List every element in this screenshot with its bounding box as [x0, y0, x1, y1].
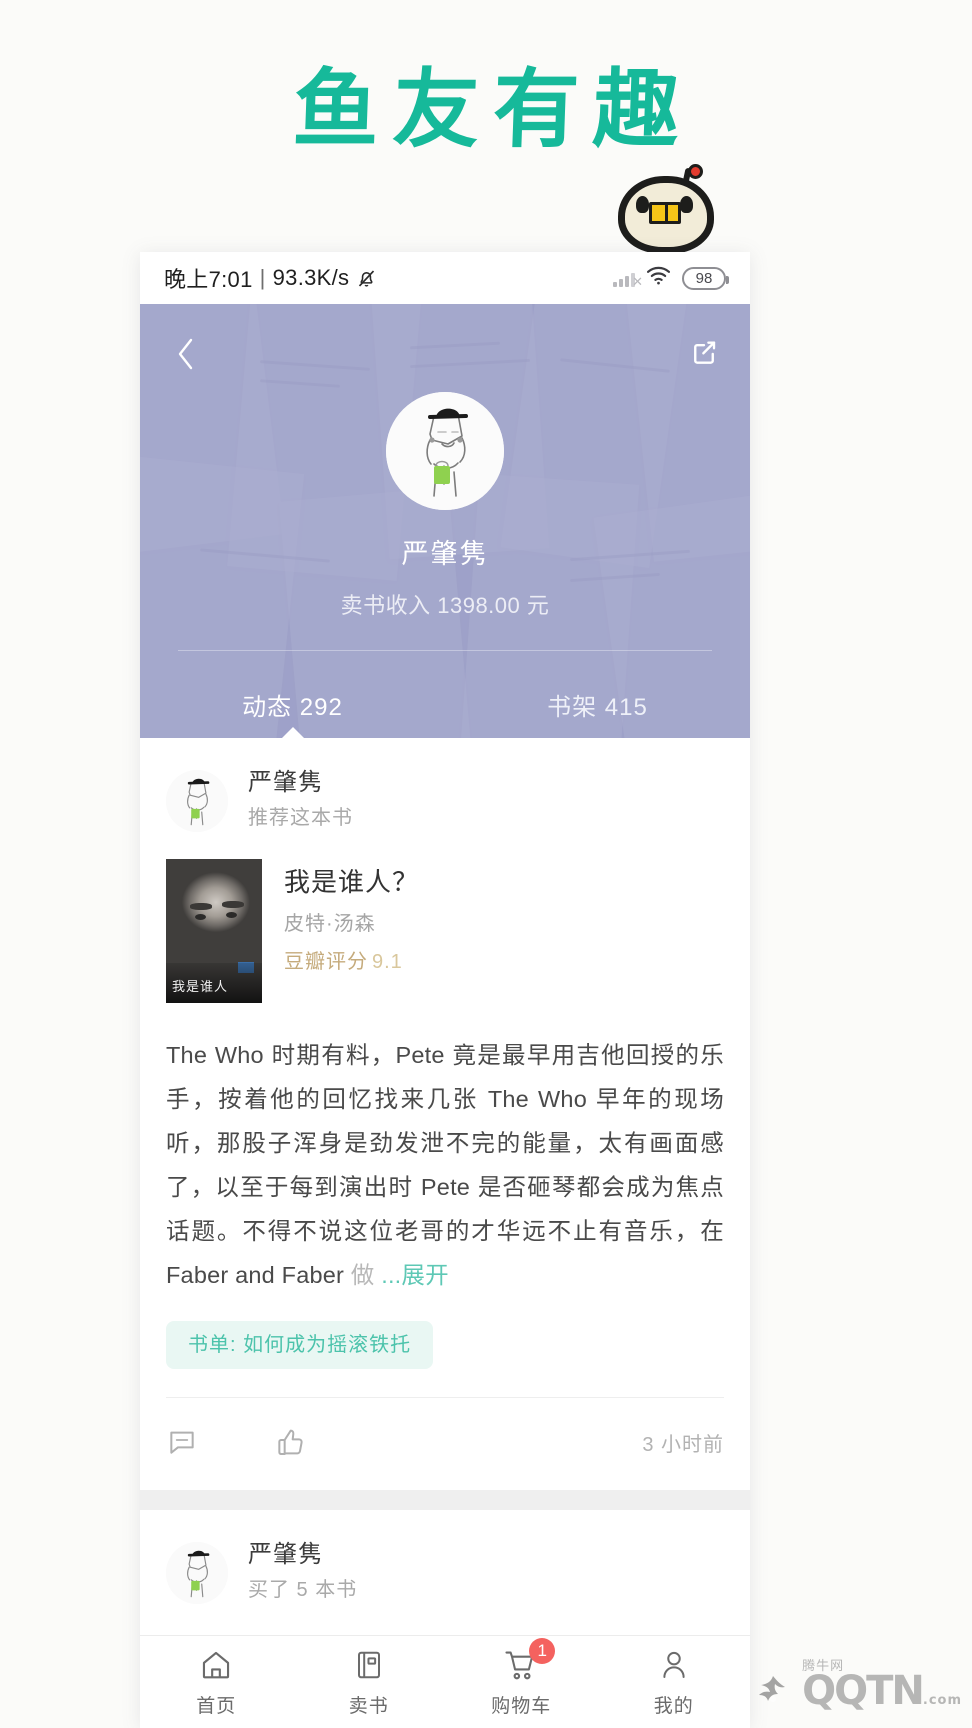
like-button[interactable] [274, 1422, 320, 1462]
shopping-cart-icon: 1 [503, 1638, 556, 1684]
nav-item-mine-label: 我的 [653, 1696, 694, 1717]
watermark-suffix: .com [922, 1693, 962, 1708]
mascot-cherry [688, 164, 703, 179]
comment-button[interactable] [166, 1422, 212, 1462]
profile-name: 严肇隽 [401, 539, 489, 569]
user-avatar-illustration [166, 1541, 228, 1604]
profile-tabs: 动态 292 书架 415 [140, 670, 750, 738]
post-2-avatar[interactable] [166, 1541, 228, 1604]
bell-mute-icon [356, 268, 377, 289]
post-2-header-text: 严肇隽 买了 5 本书 [248, 1540, 357, 1605]
booklist-tag[interactable]: 书单: 如何成为摇滚铁托 [166, 1321, 434, 1369]
nav-item-sellbook-label: 卖书 [348, 1696, 389, 1717]
nav-item-cart[interactable]: 1 购物车 [445, 1636, 598, 1728]
profile-income: 卖书收入 1398.00 元 [340, 593, 550, 618]
post-header-text: 严肇隽 推荐这本书 [248, 768, 353, 833]
book-rating: 豆瓣评分 9.1 [284, 945, 419, 979]
post-2-action: 买了 5 本书 [248, 1579, 358, 1601]
phone-screen: 晚上7:01 | 93.3K/s ✕ 98 严肇隽 卖书收入 1398.00 元… [140, 252, 750, 1728]
mascot-eye-left [636, 196, 649, 213]
tab-dongtai-label: 动态 292 [242, 693, 343, 721]
mascot-book-icon [649, 202, 681, 224]
feed-post: 严肇隽 推荐这本书 我是谁人 我是谁人？ 皮特·汤森 豆瓣评分 9.1 The … [140, 738, 750, 1490]
share-external-icon [694, 341, 716, 364]
wifi-icon [646, 266, 671, 290]
nav-item-home-label: 首页 [196, 1696, 237, 1717]
status-separator: | [259, 265, 266, 290]
promo-banner: 鱼友有趣 [0, 0, 972, 254]
battery-indicator: 98 [682, 266, 729, 290]
tab-shujia[interactable]: 书架 415 [445, 670, 750, 738]
feed-gap [140, 1490, 750, 1510]
status-bar-left: 晚上7:01 | 93.3K/s [164, 262, 377, 294]
user-avatar-illustration [166, 769, 228, 832]
post-expand-link[interactable]: ...展开 [381, 1262, 449, 1288]
mascot-face [634, 190, 696, 236]
site-watermark: 腾牛网 QQTN.com [750, 1655, 962, 1718]
home-icon [199, 1646, 233, 1684]
book-cover-caption: 我是谁人 [172, 979, 229, 994]
book-mascot-sticker [618, 164, 714, 254]
status-bar: 晚上7:01 | 93.3K/s ✕ 98 [140, 252, 750, 304]
post-2-header[interactable]: 严肇隽 买了 5 本书 [140, 1510, 750, 1605]
comment-bubble-icon [170, 1431, 194, 1454]
person-icon [658, 1646, 690, 1684]
chevron-left-icon [178, 338, 193, 370]
nav-item-sellbook[interactable]: 卖书 [293, 1636, 446, 1728]
mascot-eye-right [680, 196, 693, 213]
promo-headline: 鱼友有趣 [291, 60, 695, 160]
post-author: 严肇隽 [248, 769, 323, 796]
nav-item-cart-label: 购物车 [491, 1696, 552, 1717]
post-timestamp: 3 小时前 [642, 1433, 724, 1456]
watermark-main: QQTN [802, 1668, 925, 1714]
avatar[interactable] [386, 392, 504, 510]
post-avatar[interactable] [166, 769, 228, 832]
book-meta: 我是谁人？ 皮特·汤森 豆瓣评分 9.1 [284, 859, 419, 1003]
watermark-text-block: 腾牛网 QQTN.com [802, 1655, 962, 1718]
nav-item-home[interactable]: 首页 [140, 1636, 293, 1728]
tab-active-caret [279, 727, 306, 738]
tab-shujia-label: 书架 415 [547, 693, 648, 721]
bottom-navigation: 首页 卖书 1 购物车 我的 [140, 1635, 750, 1728]
profile-header: 严肇隽 卖书收入 1398.00 元 动态 292 书架 415 [140, 304, 750, 738]
post-header[interactable]: 严肇隽 推荐这本书 [140, 738, 750, 833]
thumbs-up-icon [278, 1429, 303, 1455]
book-icon [353, 1646, 385, 1684]
feed-post-2: 严肇隽 买了 5 本书 [140, 1510, 750, 1625]
user-avatar-illustration [386, 392, 504, 510]
status-time: 晚上7:01 [164, 267, 253, 292]
watermark-logo-icon [750, 1672, 796, 1718]
post-tag-row: 书单: 如何成为摇滚铁托 [140, 1297, 750, 1369]
tab-dongtai[interactable]: 动态 292 [140, 670, 445, 738]
signal-bars-icon: ✕ [613, 269, 643, 288]
book-card[interactable]: 我是谁人 我是谁人？ 皮特·汤森 豆瓣评分 9.1 [140, 833, 750, 1003]
battery-level: 98 [695, 269, 713, 287]
post-action: 推荐这本书 [248, 807, 353, 829]
back-button[interactable] [166, 334, 206, 374]
post-body: The Who 时期有料，Pete 竟是最早用吉他回授的乐手，按着他的回忆找来几… [140, 1003, 750, 1297]
post-body-faded: 做 [350, 1262, 382, 1288]
book-rating-value: 9.1 [372, 951, 403, 973]
status-bar-right: ✕ 98 [613, 266, 729, 290]
post-2-author: 严肇隽 [248, 1541, 323, 1568]
share-button[interactable] [684, 332, 724, 372]
feed: 严肇隽 推荐这本书 我是谁人 我是谁人？ 皮特·汤森 豆瓣评分 9.1 The … [140, 738, 750, 1625]
cart-badge: 1 [529, 1638, 556, 1664]
status-network-speed: 93.3K/s [272, 265, 350, 290]
nav-item-mine[interactable]: 我的 [598, 1636, 751, 1728]
book-cover-photo: 我是谁人 [166, 859, 262, 1003]
watermark-text: QQTN.com [802, 1671, 962, 1718]
book-rating-label: 豆瓣评分 [284, 951, 368, 973]
book-title: 我是谁人？ [284, 867, 420, 897]
post-footer: 3 小时前 [140, 1398, 750, 1490]
profile-divider [178, 650, 712, 651]
book-author: 皮特·汤森 [284, 913, 376, 935]
